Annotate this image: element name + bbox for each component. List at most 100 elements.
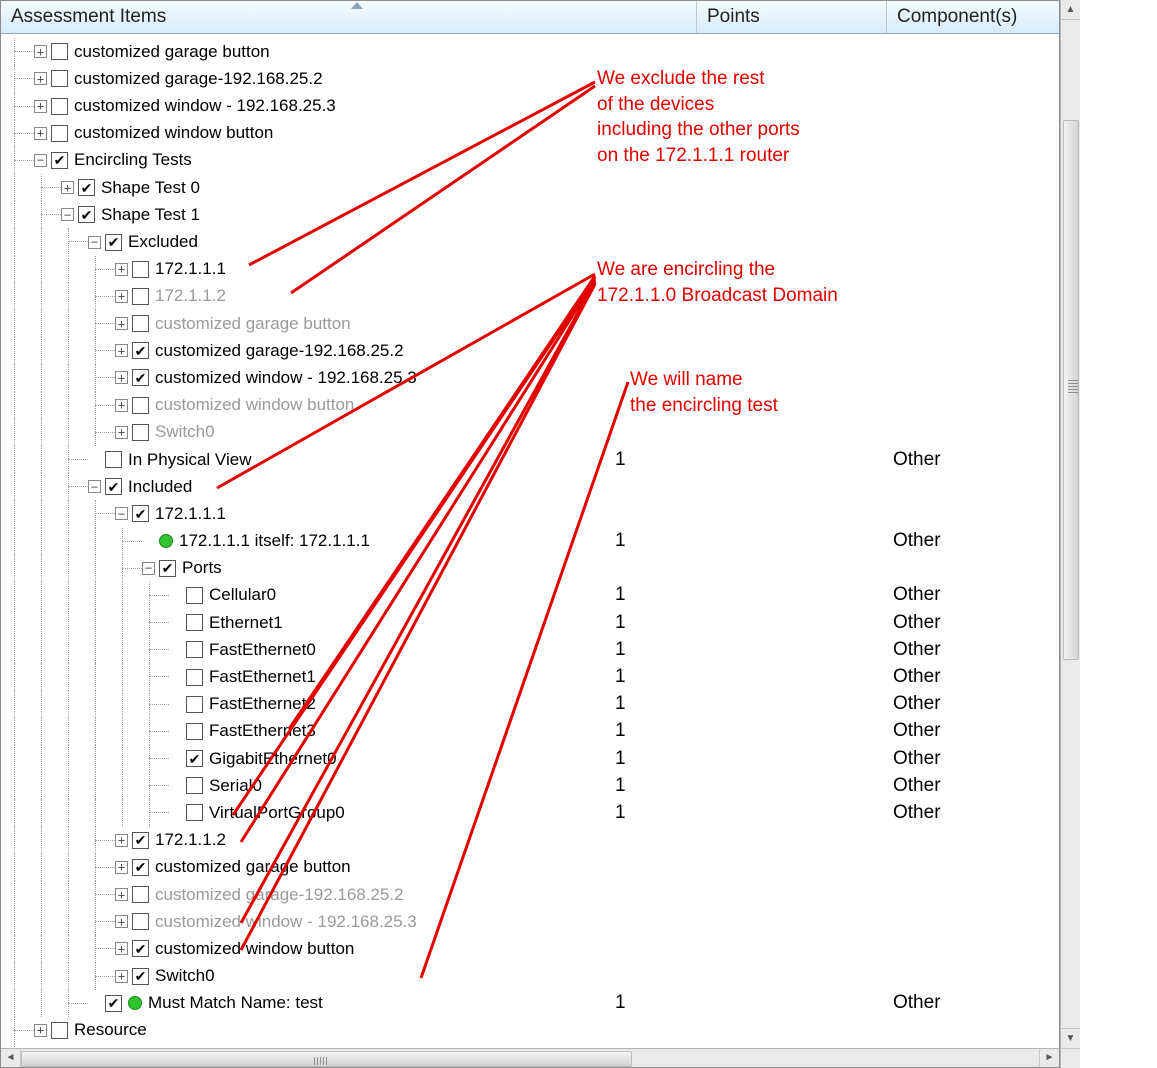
- tree-checkbox[interactable]: [132, 342, 149, 359]
- tree-checkbox[interactable]: [186, 777, 203, 794]
- expand-icon[interactable]: +: [115, 344, 128, 357]
- tree-row[interactable]: +172.1.1.2: [7, 283, 1055, 310]
- tree-row[interactable]: 172.1.1.1 itself: 172.1.1.11Other: [7, 528, 1055, 555]
- tree-row[interactable]: +172.1.1.1: [7, 256, 1055, 283]
- tree-row[interactable]: +Switch0: [7, 1044, 1055, 1047]
- tree-row[interactable]: Cellular01Other: [7, 582, 1055, 609]
- tree-checkbox[interactable]: [132, 505, 149, 522]
- tree-checkbox[interactable]: [51, 125, 68, 142]
- tree-checkbox[interactable]: [186, 587, 203, 604]
- tree-row[interactable]: +Resource: [7, 1017, 1055, 1044]
- tree-checkbox[interactable]: [186, 723, 203, 740]
- tree-checkbox[interactable]: [51, 152, 68, 169]
- tree-row[interactable]: +customized window button: [7, 392, 1055, 419]
- tree-checkbox[interactable]: [105, 451, 122, 468]
- collapse-icon[interactable]: −: [88, 236, 101, 249]
- collapse-icon[interactable]: −: [34, 154, 47, 167]
- tree-row[interactable]: +customized window button: [7, 120, 1055, 147]
- tree-row[interactable]: +customized garage button: [7, 310, 1055, 337]
- expand-icon[interactable]: +: [34, 127, 47, 140]
- expand-icon[interactable]: +: [61, 181, 74, 194]
- tree-checkbox[interactable]: [51, 43, 68, 60]
- tree-row[interactable]: −Included: [7, 473, 1055, 500]
- tree-row[interactable]: −Encircling Tests: [7, 147, 1055, 174]
- scroll-down-button[interactable]: ▼: [1061, 1028, 1080, 1048]
- expand-icon[interactable]: +: [34, 72, 47, 85]
- tree-checkbox[interactable]: [132, 369, 149, 386]
- tree-checkbox[interactable]: [132, 424, 149, 441]
- tree-checkbox[interactable]: [78, 206, 95, 223]
- tree-row[interactable]: +customized garage-192.168.25.2: [7, 881, 1055, 908]
- tree-row[interactable]: −172.1.1.1: [7, 500, 1055, 527]
- expand-icon[interactable]: +: [115, 426, 128, 439]
- expand-icon[interactable]: +: [115, 317, 128, 330]
- tree-checkbox[interactable]: [105, 995, 122, 1012]
- tree-checkbox[interactable]: [186, 750, 203, 767]
- scroll-track[interactable]: [21, 1049, 1039, 1068]
- expand-icon[interactable]: +: [34, 45, 47, 58]
- tree-checkbox[interactable]: [105, 234, 122, 251]
- tree-row[interactable]: FastEthernet01Other: [7, 636, 1055, 663]
- tree-row[interactable]: Serial01Other: [7, 772, 1055, 799]
- tree-row[interactable]: Must Match Name: test1Other: [7, 990, 1055, 1017]
- column-header-points[interactable]: Points: [697, 1, 887, 33]
- expand-icon[interactable]: +: [115, 371, 128, 384]
- tree-row[interactable]: +customized window - 192.168.25.3: [7, 93, 1055, 120]
- tree-row[interactable]: +customized window button: [7, 935, 1055, 962]
- tree-row[interactable]: GigabitEthernet01Other: [7, 745, 1055, 772]
- tree-row[interactable]: +172.1.1.2: [7, 827, 1055, 854]
- expand-icon[interactable]: +: [115, 970, 128, 983]
- horizontal-scrollbar[interactable]: ◄ ►: [1, 1048, 1059, 1068]
- tree-checkbox[interactable]: [132, 913, 149, 930]
- tree-checkbox[interactable]: [78, 179, 95, 196]
- column-header-components[interactable]: Component(s): [887, 1, 1059, 33]
- tree-row[interactable]: −Excluded: [7, 228, 1055, 255]
- collapse-icon[interactable]: −: [88, 480, 101, 493]
- collapse-icon[interactable]: −: [61, 208, 74, 221]
- tree-row[interactable]: VirtualPortGroup01Other: [7, 799, 1055, 826]
- scroll-thumb[interactable]: [1063, 120, 1079, 660]
- tree-checkbox[interactable]: [186, 804, 203, 821]
- collapse-icon[interactable]: −: [142, 562, 155, 575]
- tree-checkbox[interactable]: [51, 70, 68, 87]
- tree-row[interactable]: +customized garage button: [7, 38, 1055, 65]
- expand-icon[interactable]: +: [115, 290, 128, 303]
- tree-checkbox[interactable]: [132, 940, 149, 957]
- tree-row[interactable]: +customized garage-192.168.25.2: [7, 337, 1055, 364]
- tree-checkbox[interactable]: [51, 1022, 68, 1039]
- tree-checkbox[interactable]: [186, 614, 203, 631]
- tree-row[interactable]: −Ports: [7, 555, 1055, 582]
- tree-row[interactable]: +Switch0: [7, 963, 1055, 990]
- tree-checkbox[interactable]: [132, 397, 149, 414]
- tree-checkbox[interactable]: [159, 560, 176, 577]
- expand-icon[interactable]: +: [115, 861, 128, 874]
- expand-icon[interactable]: +: [115, 942, 128, 955]
- tree-row[interactable]: FastEthernet31Other: [7, 718, 1055, 745]
- tree-checkbox[interactable]: [186, 696, 203, 713]
- tree-checkbox[interactable]: [132, 261, 149, 278]
- expand-icon[interactable]: +: [115, 399, 128, 412]
- tree-checkbox[interactable]: [132, 968, 149, 985]
- expand-icon[interactable]: +: [115, 915, 128, 928]
- scroll-right-button[interactable]: ►: [1039, 1049, 1059, 1068]
- tree-checkbox[interactable]: [105, 478, 122, 495]
- tree-checkbox[interactable]: [51, 98, 68, 115]
- expand-icon[interactable]: +: [115, 888, 128, 901]
- tree-row[interactable]: FastEthernet11Other: [7, 663, 1055, 690]
- expand-icon[interactable]: +: [115, 834, 128, 847]
- tree-checkbox[interactable]: [132, 315, 149, 332]
- column-header-assessment[interactable]: Assessment Items: [1, 1, 697, 33]
- tree-checkbox[interactable]: [132, 832, 149, 849]
- tree-checkbox[interactable]: [186, 669, 203, 686]
- tree-row[interactable]: +Switch0: [7, 419, 1055, 446]
- vertical-scrollbar[interactable]: ▲ ▼: [1060, 0, 1080, 1068]
- tree-row[interactable]: +customized window - 192.168.25.3: [7, 364, 1055, 391]
- expand-icon[interactable]: +: [34, 100, 47, 113]
- tree-row[interactable]: Ethernet11Other: [7, 609, 1055, 636]
- tree-row[interactable]: +customized garage button: [7, 854, 1055, 881]
- tree-row[interactable]: +customized window - 192.168.25.3: [7, 908, 1055, 935]
- tree-checkbox[interactable]: [186, 641, 203, 658]
- tree-row[interactable]: In Physical View1Other: [7, 446, 1055, 473]
- tree-row[interactable]: +Shape Test 0: [7, 174, 1055, 201]
- tree-row[interactable]: −Shape Test 1: [7, 201, 1055, 228]
